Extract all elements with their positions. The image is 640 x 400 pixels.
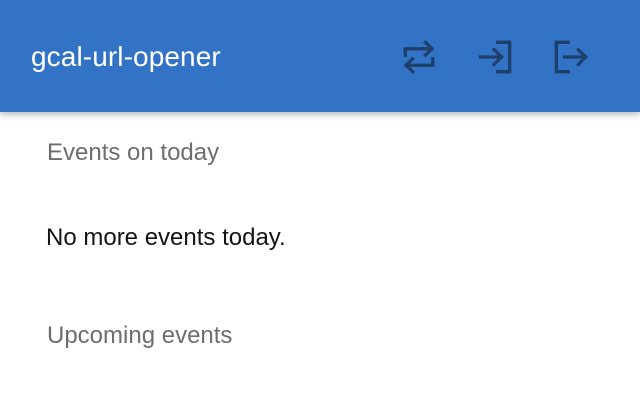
login-icon [478, 40, 512, 74]
login-button[interactable] [473, 35, 517, 79]
extension-popup: gcal-url-opener Events on today No more … [0, 0, 640, 400]
sync-icon [403, 39, 435, 75]
logout-icon [554, 40, 589, 74]
sync-button[interactable] [397, 35, 441, 79]
no-events-message: No more events today. [46, 224, 286, 251]
events-content: Events on today No more events today. Up… [0, 112, 640, 400]
app-bar: gcal-url-opener [0, 0, 640, 112]
logout-button[interactable] [549, 35, 593, 79]
today-section-header: Events on today [47, 139, 220, 166]
upcoming-section-header: Upcoming events [47, 322, 233, 349]
app-title: gcal-url-opener [31, 41, 221, 72]
